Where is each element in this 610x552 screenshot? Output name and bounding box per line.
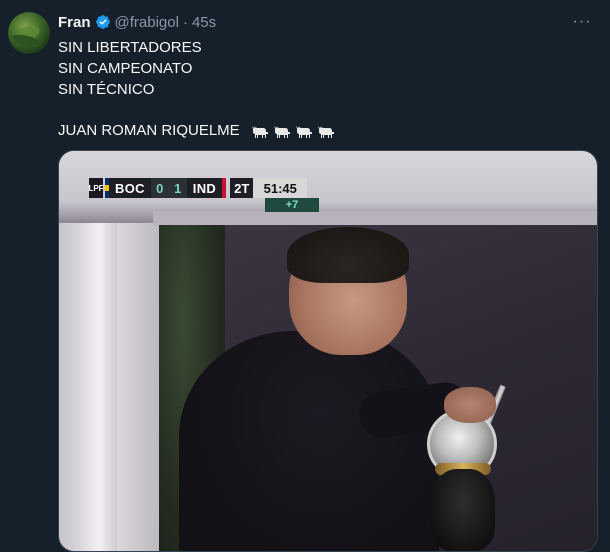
league-badge-text: LPF — [88, 183, 104, 193]
home-team: BOC — [109, 178, 151, 198]
separator-dot: · — [182, 13, 188, 31]
person-body — [179, 331, 439, 551]
author-name[interactable]: Fran — [58, 14, 91, 31]
goat-icon — [295, 126, 312, 139]
tweet-media-image[interactable]: LPF BOC 0 1 IND 2T 51:45 +7 — [58, 150, 598, 552]
more-options-icon[interactable]: ··· — [570, 10, 594, 34]
tweet-line: SIN TÉCNICO — [58, 81, 155, 98]
goat-icon — [251, 126, 268, 139]
tweet-line: SIN CAMPEONATO — [58, 60, 193, 77]
scene-window-bar — [153, 211, 597, 225]
away-team-stripe — [222, 178, 227, 198]
away-score: 1 — [168, 178, 187, 198]
away-team: IND — [186, 178, 223, 198]
goat-emoji-group — [250, 123, 336, 139]
added-time: +7 — [265, 198, 319, 212]
match-period: 2T — [230, 178, 254, 198]
author-handle[interactable]: @frabigol — [115, 14, 179, 31]
mate-cup — [431, 469, 495, 551]
match-clock: 51:45 — [253, 178, 308, 198]
home-score: 0 — [150, 178, 169, 198]
tweet[interactable]: Fran @frabigol · 45s ··· SIN LIBERTADORE… — [0, 0, 610, 552]
tweet-final-text: JUAN ROMAN RIQUELME — [58, 122, 240, 139]
person-hair — [287, 227, 409, 283]
tweet-text: SIN LIBERTADORES SIN CAMPEONATO SIN TÉCN… — [58, 37, 588, 141]
goat-icon — [273, 126, 290, 139]
tweet-time[interactable]: 45s — [192, 14, 216, 31]
scoreboard: LPF BOC 0 1 IND 2T 51:45 — [88, 178, 308, 198]
goat-icon — [317, 126, 334, 139]
verified-badge-icon — [95, 15, 110, 29]
tweet-line-final: JUAN ROMAN RIQUELME — [58, 120, 588, 141]
tweet-line: SIN LIBERTADORES — [58, 39, 202, 56]
person-hand — [444, 387, 496, 423]
avatar[interactable] — [8, 12, 50, 54]
league-badge-icon: LPF — [88, 178, 104, 198]
tweet-header: Fran @frabigol · 45s — [58, 12, 216, 32]
